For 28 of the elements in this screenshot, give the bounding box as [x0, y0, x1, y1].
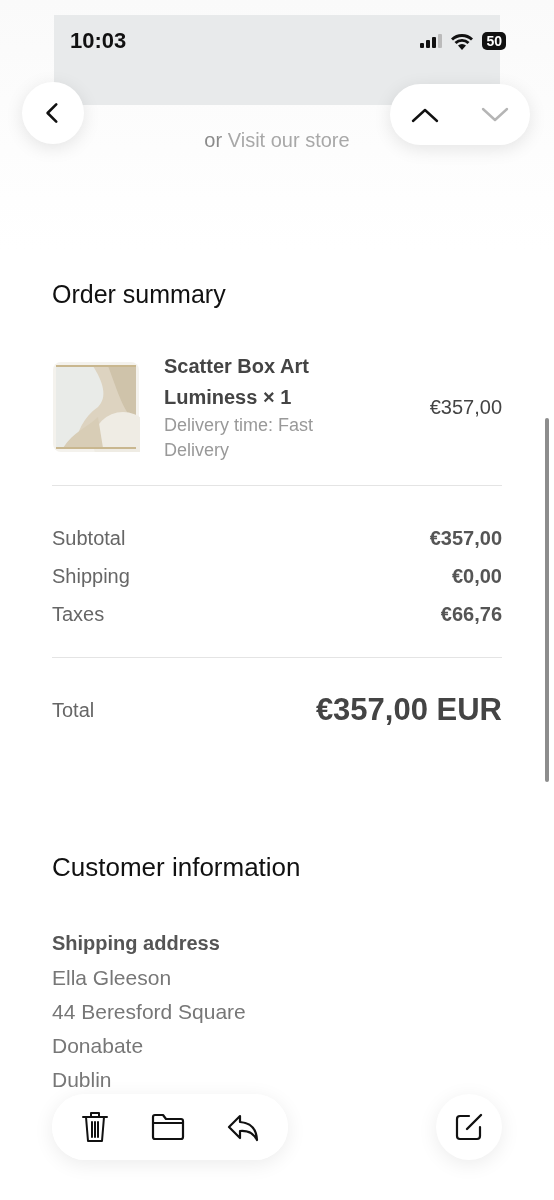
product-price: €357,00 [429, 395, 502, 419]
summary-value: €66,76 [440, 602, 502, 627]
summary-value: €357,00 [429, 526, 502, 551]
address-line: Dublin [52, 1067, 113, 1093]
address-line: Donabate [52, 1033, 145, 1059]
signal-icon [420, 34, 443, 48]
address-line: 44 Beresford Square [52, 999, 247, 1025]
total-label: Total [52, 698, 95, 722]
address-line: Ella Gleeson [52, 965, 173, 991]
visit-store-link[interactable]: Visit our store [227, 129, 350, 151]
wifi-icon [450, 32, 475, 50]
section-title: Customer information [52, 852, 302, 883]
summary-label: Shipping [52, 564, 130, 589]
address-title: Shipping address [52, 931, 221, 956]
section-title: Order summary [52, 280, 227, 309]
summary-label: Taxes [52, 602, 105, 627]
trash-icon [80, 1110, 110, 1144]
status-time: 10:03 [70, 28, 127, 54]
summary-label: Subtotal [52, 526, 126, 551]
battery-level: 50 [482, 32, 506, 50]
folder-icon [150, 1112, 186, 1142]
or-label: or [204, 129, 223, 151]
delivery-time: Delivery time: Fast Delivery [164, 414, 315, 462]
total-value: €357,00 EUR [315, 692, 502, 728]
reply-icon [226, 1112, 260, 1142]
product-name: Scatter Box Art Luminess × 1 [164, 354, 310, 410]
summary-value: €0,00 [451, 564, 502, 589]
compose-icon [453, 1111, 485, 1143]
